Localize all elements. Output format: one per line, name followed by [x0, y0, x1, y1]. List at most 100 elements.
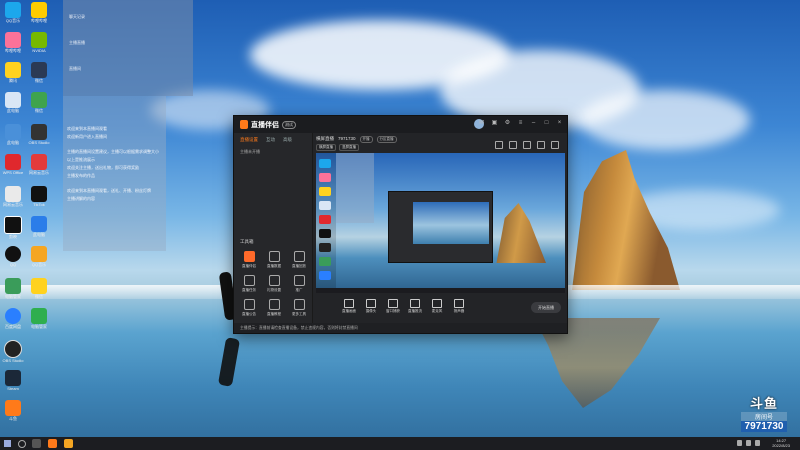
tool-item[interactable]: 直播任务 [238, 275, 260, 293]
preview-app-icon [319, 215, 331, 224]
window-capture-button[interactable]: 窗口捕获 [382, 299, 404, 314]
tab-interaction[interactable]: 互动 [266, 137, 275, 143]
obs-icon[interactable]: OBS Studio [2, 340, 24, 363]
desktop-icon[interactable]: QQ音乐 [28, 246, 50, 268]
tool-item[interactable]: 更多工具 [288, 299, 310, 317]
app-icon [31, 278, 47, 294]
desktop-icon[interactable]: 微信 [28, 92, 50, 114]
app-icon [31, 154, 47, 170]
desktop-icon[interactable]: 此电脑 [28, 216, 50, 238]
steam-icon[interactable]: Steam [2, 370, 24, 391]
tool-item[interactable]: 直播伴侣 [238, 251, 260, 269]
window-icon [388, 299, 398, 308]
microphone-button[interactable]: 麦克风 [426, 299, 448, 314]
scene-button[interactable]: 直播画面 [338, 299, 360, 314]
camera-button[interactable]: 摄像头 [360, 299, 382, 314]
lock-icon[interactable] [509, 141, 517, 149]
tool-item[interactable]: 推广 [288, 275, 310, 293]
menu-icon[interactable]: ≡ [517, 120, 524, 127]
minimize-icon[interactable]: – [530, 120, 537, 127]
gift-icon[interactable]: ▣ [491, 120, 498, 127]
app-icon [31, 2, 47, 18]
live-tag[interactable]: 开播 [359, 136, 373, 143]
desktop-icon[interactable]: NVIDIA [28, 32, 50, 53]
app-logo: 直播伴侣 测试 [240, 119, 296, 130]
share-icon[interactable] [551, 141, 559, 149]
task-view-icon[interactable] [32, 439, 41, 448]
bottom-toolbar: 直播画面 摄像头 窗口捕获 直播推流 麦克风 扬声器 开始直播 [316, 298, 565, 320]
room-id: 7971730 [338, 136, 356, 141]
tiktok-icon[interactable]: TikTok [28, 186, 50, 207]
window-titlebar[interactable]: 直播伴侣 测试 ✉ ▣ ⚙ ≡ – □ × [234, 116, 567, 133]
desktop-icon[interactable]: OBS Studio [28, 124, 50, 145]
titlebar-buttons: ✉ ▣ ⚙ ≡ – □ × [478, 120, 563, 127]
douyu-watermark: 斗鱼 房间号 7971730 [741, 393, 787, 432]
chat-message: 主播的直播间设置建议，主播可以根据需求调整大小 [67, 149, 159, 154]
tab-advanced[interactable]: 高级 [283, 137, 292, 143]
baidu-netdisk-icon[interactable]: 百度网盘 [2, 308, 24, 330]
app-icon [5, 400, 21, 416]
desktop-icon[interactable]: 电脑管家 [28, 308, 50, 330]
layout-icon[interactable] [523, 141, 531, 149]
desktop-icon[interactable]: 腾讯 [2, 62, 24, 84]
app-icon [5, 154, 21, 170]
chat-row[interactable]: 聊天记录 [69, 14, 187, 26]
maximize-icon[interactable]: □ [543, 120, 550, 127]
tool-item[interactable]: 直播公告 [238, 299, 260, 317]
chip-landscape[interactable]: 横屏直播 [316, 144, 336, 151]
tool-icon [268, 275, 280, 286]
qq-icon[interactable]: QQ [2, 246, 24, 267]
battery-icon[interactable] [755, 440, 760, 446]
desktop-icon[interactable]: 网易云音乐 [28, 154, 50, 176]
screenshot-icon[interactable] [495, 141, 503, 149]
desktop-icon[interactable]: 剪映 [2, 216, 24, 240]
chat-row[interactable]: 直播间 [69, 66, 187, 78]
chat-message: 欢迎关注主播，送出礼物，即可获得奖励 [67, 165, 139, 170]
push-stream-button[interactable]: 直播推流 [404, 299, 426, 314]
preview-app-icon [319, 229, 331, 238]
desktop-icon[interactable]: 此电脑 [2, 124, 24, 146]
desktop-icon[interactable]: 电脑管家 [2, 278, 24, 300]
chip-portrait[interactable]: 竖屏直播 [339, 144, 359, 151]
taskbar-app-icon[interactable] [48, 439, 57, 448]
speaker-button[interactable]: 扬声器 [448, 299, 470, 314]
mail-icon[interactable]: ✉ [478, 120, 485, 127]
windows-start-icon[interactable] [4, 440, 11, 447]
network-icon[interactable] [737, 440, 742, 446]
streaming-app-window: 直播伴侣 测试 ✉ ▣ ⚙ ≡ – □ × 直播设置 互动 高级 主播未开播 工… [233, 115, 568, 334]
tool-item[interactable]: 直播教程 [263, 299, 285, 317]
start-live-button[interactable]: 开始直播 [531, 302, 561, 313]
desktop-icon[interactable]: 此电脑 [2, 92, 24, 114]
desktop-icon[interactable]: 哔哩哔哩 [28, 2, 50, 24]
tab-live-settings[interactable]: 直播设置 [240, 137, 258, 143]
douyu-icon[interactable]: 斗鱼 [2, 400, 24, 422]
category-tag[interactable]: 分区直播 [376, 136, 397, 143]
preview-app-icon [319, 243, 331, 252]
tool-item[interactable]: 直播回放 [288, 251, 310, 269]
tool-item[interactable]: 直播数据 [263, 251, 285, 269]
desktop-icon[interactable]: 网易云音乐 [2, 186, 24, 208]
stage-tools [495, 141, 559, 149]
close-icon[interactable]: × [556, 120, 563, 127]
bell-icon[interactable] [537, 141, 545, 149]
camera-icon [366, 299, 376, 308]
desktop-icon[interactable]: QQ音乐 [2, 2, 24, 24]
taskbar-app-icon[interactable] [64, 439, 73, 448]
desktop-icon[interactable]: 微信 [28, 62, 50, 84]
tool-item[interactable]: 礼物设置 [263, 275, 285, 293]
settings-icon[interactable]: ⚙ [504, 120, 511, 127]
taskbar-clock[interactable]: 14:27 2022/8/23 [772, 438, 790, 448]
stage-header: 横屏直播 7971730 开播 分区直播 横屏直播 竖屏直播 [316, 135, 563, 151]
chat-row[interactable]: 主播直播 [69, 40, 187, 52]
preview-app-icon [319, 187, 331, 196]
search-icon[interactable] [18, 440, 26, 448]
tool-icon [293, 299, 305, 310]
preview-nested-window [388, 191, 493, 263]
volume-icon[interactable] [746, 440, 751, 446]
desktop-icon[interactable]: WPS Office [2, 154, 24, 175]
stream-preview[interactable] [316, 153, 565, 293]
app-icon [31, 308, 47, 324]
desktop-icon[interactable]: 哔哩哔哩 [2, 32, 24, 54]
desktop-icon[interactable]: 微信 [28, 278, 50, 300]
app-icon [5, 370, 21, 386]
